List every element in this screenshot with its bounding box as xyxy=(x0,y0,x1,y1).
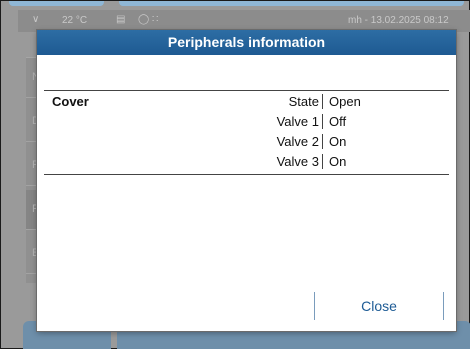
row-value: On xyxy=(329,154,347,169)
footer-divider xyxy=(314,292,315,320)
row-key: Valve 1 xyxy=(276,114,319,129)
dialog-title: Peripherals information xyxy=(37,30,456,55)
user-datetime: mh - 13.02.2025 08:12 xyxy=(348,15,449,26)
status-bar: ∨ 22 °C ▤ ◯ ∷ mh - 13.02.2025 08:12 xyxy=(18,10,470,32)
peripherals-table: Cover State Open Valve 1 Off Valve 2 On … xyxy=(44,90,449,175)
column-separator xyxy=(322,134,323,149)
row-value: On xyxy=(329,134,347,149)
temperature-readout: 22 °C xyxy=(62,15,88,26)
column-separator xyxy=(322,94,323,109)
row-key: Valve 3 xyxy=(276,154,319,169)
top-tab-right[interactable] xyxy=(119,1,464,6)
table-row: Valve 1 Off xyxy=(44,112,449,132)
group-label: Cover xyxy=(52,94,89,109)
printer-icon: ▤ xyxy=(116,14,126,25)
beaker-icon: ◯ xyxy=(138,14,150,25)
row-key: Valve 2 xyxy=(276,134,319,149)
row-value: Off xyxy=(329,114,347,129)
close-button[interactable]: Close xyxy=(319,292,439,320)
network-icon: ∷ xyxy=(152,14,159,25)
table-row: Valve 3 On xyxy=(44,152,449,172)
row-value: Open xyxy=(329,94,361,109)
top-tab-left[interactable] xyxy=(9,1,104,6)
peripherals-dialog: Peripherals information Cover State Open… xyxy=(37,30,456,331)
column-separator xyxy=(322,114,323,129)
top-tab-strip xyxy=(1,1,470,8)
chevron-down-icon[interactable]: ∨ xyxy=(32,14,39,25)
column-separator xyxy=(322,154,323,169)
dialog-footer: Close xyxy=(37,292,456,328)
footer-divider xyxy=(443,292,444,320)
row-key: State xyxy=(288,94,319,109)
table-row: Valve 2 On xyxy=(44,132,449,152)
table-row: Cover State Open xyxy=(44,92,449,112)
